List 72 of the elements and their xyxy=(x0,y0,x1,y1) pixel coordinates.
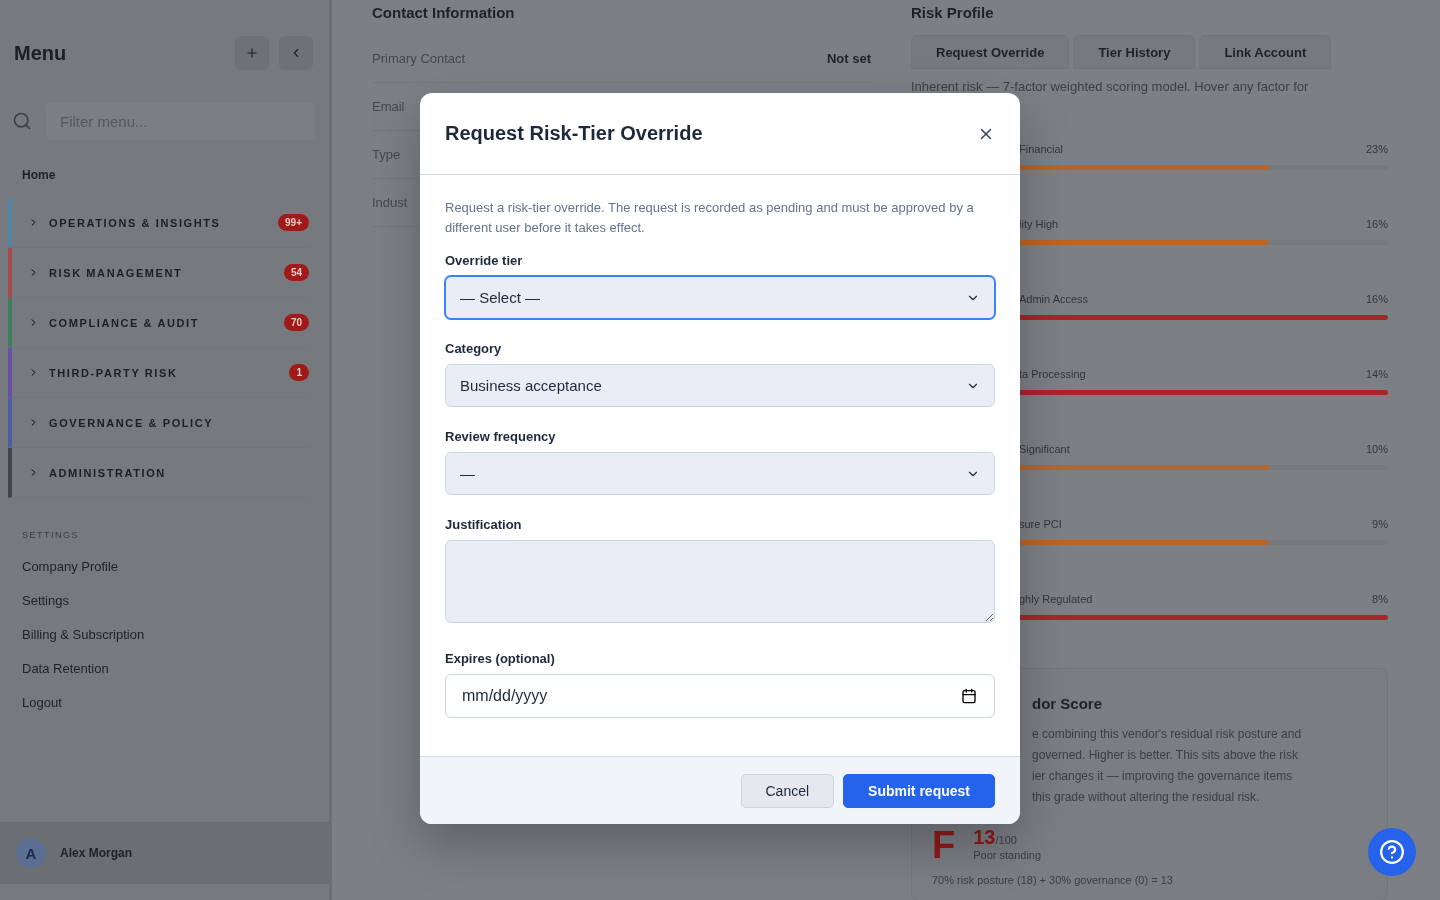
menu-group-label: COMPLIANCE & AUDIT xyxy=(49,316,200,329)
factor-weight: 9% xyxy=(1372,518,1388,530)
description-text: e combining this vendor's residual risk posture and governed. Higher is better. This sits above the risk ier changes it — improving the governance items this grade without altering the residual risk. xyxy=(1032,726,1303,806)
factor-weight: 23% xyxy=(1365,143,1388,155)
sidebar-title: Menu xyxy=(14,41,67,65)
factor-weight: 8% xyxy=(1372,593,1388,605)
factor-label: Significant xyxy=(1019,443,1070,455)
factor-label: Financial xyxy=(1019,143,1064,155)
field-label: Review frequency xyxy=(445,429,557,444)
score-value: 13 xyxy=(973,826,996,848)
select-field[interactable]: — xyxy=(445,452,995,495)
textarea-field[interactable] xyxy=(445,540,995,623)
card-title: Risk Profile xyxy=(911,4,995,21)
dialog-title: Request Risk-Tier Override xyxy=(445,122,703,145)
tab[interactable]: Link Account xyxy=(1199,35,1332,69)
cancel-button[interactable]: Cancel xyxy=(740,773,835,808)
factor-label: ghly Regulated xyxy=(1019,593,1093,605)
factor-weight: 10% xyxy=(1365,443,1388,455)
menu-group[interactable]: ADMINISTRATION xyxy=(8,448,309,498)
card-title: dor Score xyxy=(1032,695,1104,712)
field-label: Category xyxy=(445,341,503,356)
grade-letter: F xyxy=(932,826,956,864)
menu-group[interactable]: OPERATIONS & INSIGHTS 99+ xyxy=(8,198,309,248)
dialog-description: Request a risk-tier override. The request is recorded as pending and must be approved by a different user before it takes effect. xyxy=(445,199,975,237)
select-field[interactable]: Business acceptance xyxy=(445,364,995,407)
field-value: Not set xyxy=(826,51,871,66)
factor-label: sure PCI xyxy=(1019,518,1062,530)
factor-label: lity High xyxy=(1019,218,1059,230)
search-icon xyxy=(12,111,32,131)
factor-label: ta Processing xyxy=(1019,368,1086,380)
menu-group[interactable]: RISK MANAGEMENT 54 xyxy=(8,248,309,298)
section-heading: SETTINGS xyxy=(21,529,80,542)
field-label: Override tier xyxy=(445,253,524,268)
menu-group-label: OPERATIONS & INSIGHTS xyxy=(49,216,222,229)
menu-group-label: THIRD-PARTY RISK xyxy=(49,366,179,379)
calendar-icon[interactable] xyxy=(961,688,977,704)
field-label: Expires (optional) xyxy=(445,651,556,666)
user-name: Alex Morgan xyxy=(60,846,132,860)
menu-link[interactable]: Logout xyxy=(0,686,329,720)
help-button[interactable] xyxy=(1368,828,1416,876)
menu-group-label: RISK MANAGEMENT xyxy=(49,266,184,279)
menu-group[interactable]: COMPLIANCE & AUDIT 70 xyxy=(8,298,309,348)
menu-group[interactable]: THIRD-PARTY RISK 1 xyxy=(8,348,309,398)
factor-weight: 16% xyxy=(1365,293,1388,305)
submit-button[interactable]: Submit request xyxy=(843,773,995,808)
menu-group-label: ADMINISTRATION xyxy=(49,466,167,479)
count-badge: 70 xyxy=(283,314,309,331)
factor-weight: 14% xyxy=(1365,368,1388,380)
field-label: Justification xyxy=(445,517,523,532)
date-field[interactable]: mm/dd/yyyy xyxy=(445,674,995,718)
menu-group[interactable]: GOVERNANCE & POLICY xyxy=(8,398,309,448)
menu-link[interactable]: Billing & Subscription xyxy=(0,618,329,652)
menu-link[interactable]: Company Profile xyxy=(0,550,329,584)
select-field[interactable]: — Select — xyxy=(445,276,995,319)
card-title: Contact Information xyxy=(372,4,516,21)
description-text: Inherent risk — 7-factor weighted scoring model. Hover any factor for xyxy=(911,78,1310,96)
formula-text: 70% risk posture (18) + 30% governance (0) = 13 xyxy=(932,874,1174,886)
menu-group-label: GOVERNANCE & POLICY xyxy=(49,416,215,429)
help-icon xyxy=(1379,839,1405,865)
menu-link[interactable]: Settings xyxy=(0,584,329,618)
plus-icon xyxy=(245,46,259,60)
count-badge: 1 xyxy=(289,364,309,381)
menu-link[interactable]: Home xyxy=(0,160,329,198)
count-badge: 99+ xyxy=(278,214,309,231)
tab[interactable]: Request Override xyxy=(911,35,1070,69)
factor-weight: 16% xyxy=(1365,218,1388,230)
count-badge: 54 xyxy=(283,264,309,281)
menu-link[interactable]: Data Retention xyxy=(0,652,329,686)
tab[interactable]: Tier History xyxy=(1073,35,1196,69)
factor-label: Admin Access xyxy=(1019,293,1089,305)
standing-text: Poor standing xyxy=(973,849,1042,861)
avatar[interactable]: A xyxy=(16,838,46,868)
